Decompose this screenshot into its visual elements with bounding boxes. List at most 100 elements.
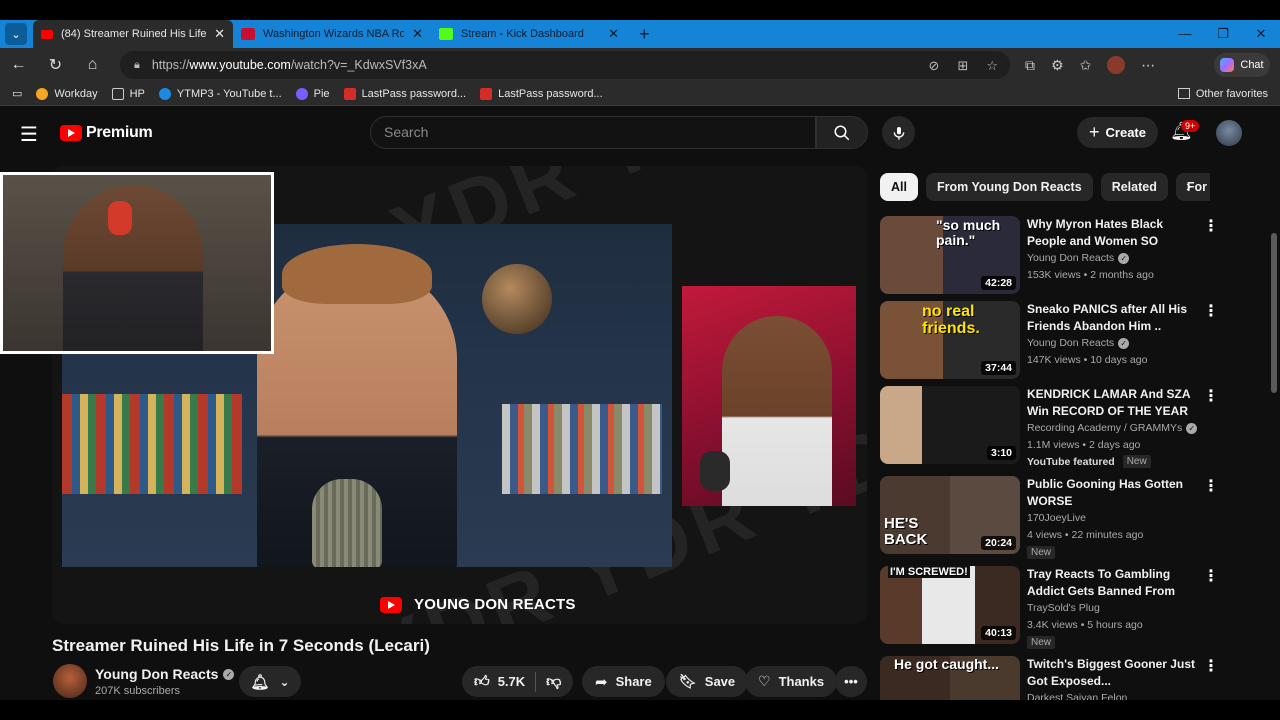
bookmark-lastpass-2[interactable]: LastPass password... — [480, 87, 603, 100]
recommendation-item[interactable]: HE'S BACK 20:24 Public Gooning Has Gotte… — [880, 476, 1260, 559]
new-tab-button[interactable]: + — [639, 24, 650, 45]
back-arrow-icon[interactable]: ← — [0, 56, 37, 74]
more-actions-button[interactable]: ••• — [835, 666, 867, 697]
kebab-menu-icon[interactable]: ⋮ — [1203, 476, 1219, 496]
recommendation-channel[interactable]: Young Don Reacts ✓ — [1027, 337, 1130, 349]
tab-youtube[interactable]: (84) Streamer Ruined His Life in 7 ✕ — [33, 20, 233, 48]
recommendation-title[interactable]: Twitch's Biggest Gooner Just Got Exposed… — [1027, 656, 1197, 690]
browser-tab-bar: ⌄ (84) Streamer Ruined His Life in 7 ✕ W… — [0, 20, 1280, 48]
tab-wizards[interactable]: Washington Wizards NBA Roster ✕ — [233, 20, 431, 48]
chip-from-channel[interactable]: From Young Don Reacts — [925, 173, 1093, 201]
bookmark-workday[interactable]: Workday — [36, 87, 98, 100]
search-icon — [834, 125, 850, 140]
recommendation-item[interactable]: "so much pain." 42:28 Why Myron Hates Bl… — [880, 216, 1260, 296]
subscription-bell-button[interactable]: 🔔︎ ⌄ — [239, 666, 301, 697]
recommendation-title[interactable]: KENDRICK LAMAR And SZA Win RECORD OF THE… — [1027, 386, 1197, 420]
chip-for-you[interactable]: For — [1175, 173, 1210, 201]
share-button[interactable]: ➦ Share — [582, 666, 665, 697]
lastpass-icon — [480, 87, 493, 100]
extensions-icon[interactable]: ⧉ — [1025, 57, 1035, 74]
close-icon[interactable]: ✕ — [214, 26, 225, 42]
subscriber-count: 207K subscribers — [95, 685, 180, 697]
channel-avatar[interactable] — [53, 664, 87, 698]
video-thumbnail[interactable]: "so much pain." 42:28 — [880, 216, 1020, 294]
recommendation-title[interactable]: Public Gooning Has Gotten WORSE — [1027, 476, 1197, 510]
app-available-icon[interactable]: ⊞ — [957, 58, 968, 74]
kebab-menu-icon[interactable]: ⋮ — [1203, 656, 1219, 676]
bookmark-hp[interactable]: HP — [111, 87, 145, 100]
home-icon[interactable]: ⌂ — [74, 56, 111, 74]
video-title: Streamer Ruined His Life in 7 Seconds (L… — [52, 636, 430, 655]
screen-bottom-edge — [0, 700, 1280, 720]
bookmark-pie[interactable]: Pie — [295, 87, 330, 100]
tab-actions-menu[interactable]: ⌄ — [5, 23, 27, 45]
video-thumbnail[interactable]: HE'S BACK 20:24 — [880, 476, 1020, 554]
save-button[interactable]: 🔖︎ Save — [666, 666, 749, 697]
video-duration: 37:44 — [981, 361, 1016, 375]
recommendation-channel[interactable]: Darkest Saiyan Felon — [1027, 692, 1127, 700]
recommendation-title[interactable]: Tray Reacts To Gambling Addict Gets Bann… — [1027, 566, 1197, 600]
page-scrollbar[interactable] — [1268, 108, 1280, 700]
favorites-icon[interactable]: ✩ — [1080, 57, 1092, 74]
recommendation-meta: 153K views • 2 months ago — [1027, 269, 1154, 281]
kebab-menu-icon[interactable]: ⋮ — [1203, 301, 1219, 321]
video-thumbnail[interactable]: He got caught... — [880, 656, 1020, 700]
chevron-right-icon[interactable]: › — [1186, 178, 1191, 196]
pie-icon — [295, 87, 308, 100]
thumbs-down-icon: 👎︎ — [546, 672, 562, 690]
close-icon[interactable]: ✕ — [412, 26, 423, 42]
recommendation-channel[interactable]: Young Don Reacts ✓ — [1027, 252, 1130, 264]
voice-search-button[interactable] — [882, 116, 915, 149]
like-button[interactable]: 👍︎ 5.7K — [474, 673, 525, 691]
more-options-icon[interactable]: ⋯ — [1141, 57, 1155, 74]
channel-brand-text: YOUNG DON REACTS — [414, 596, 576, 613]
tracking-prevention-icon[interactable]: ⊘ — [929, 58, 940, 74]
bookmark-ytmp3[interactable]: YTMP3 - YouTube t... — [158, 87, 282, 100]
account-avatar[interactable] — [1216, 120, 1242, 146]
lastpass-extension-icon[interactable]: ⚙ — [1051, 57, 1064, 74]
thanks-button[interactable]: ♡ Thanks — [745, 666, 838, 697]
scrollbar-thumb[interactable] — [1271, 233, 1277, 393]
refresh-icon[interactable]: ↻ — [37, 55, 74, 75]
video-duration: 3:10 — [986, 446, 1016, 460]
dislike-button[interactable]: 👎︎ — [546, 673, 561, 691]
kebab-menu-icon[interactable]: ⋮ — [1203, 216, 1219, 236]
recommendation-channel[interactable]: 170JoeyLive — [1027, 512, 1086, 524]
close-window-icon[interactable]: ✕ — [1242, 20, 1280, 48]
other-favorites[interactable]: Other favorites — [1177, 88, 1268, 100]
recommendation-title[interactable]: Why Myron Hates Black People and Women S… — [1027, 216, 1197, 250]
address-bar[interactable]: 🔒︎ https://www.youtube.com/watch?v=_Kdwx… — [120, 51, 1010, 79]
video-duration: 40:13 — [981, 626, 1016, 640]
video-thumbnail[interactable]: 3:10 — [880, 386, 1020, 464]
minimize-icon[interactable]: — — [1166, 20, 1204, 48]
search-button[interactable] — [816, 116, 868, 149]
folder-icon — [111, 87, 124, 100]
chip-all[interactable]: All — [880, 173, 918, 201]
channel-name[interactable]: Young Don Reacts ✓ — [95, 666, 235, 682]
chip-related[interactable]: Related — [1100, 173, 1168, 201]
close-icon[interactable]: ✕ — [608, 26, 619, 42]
recommendation-item[interactable]: He got caught... Twitch's Biggest Gooner… — [880, 656, 1260, 700]
hamburger-menu-icon[interactable]: ☰ — [20, 122, 38, 147]
recommendation-channel[interactable]: TraySold's Plug — [1027, 602, 1100, 614]
channel-label: 170JoeyLive — [1027, 512, 1086, 524]
youtube-logo[interactable]: Premium — [60, 124, 153, 142]
recommendation-item[interactable]: I'M SCREWED! 40:13 Tray Reacts To Gambli… — [880, 566, 1260, 649]
recommendation-channel[interactable]: Recording Academy / GRAMMYs ✓ — [1027, 422, 1198, 434]
profile-avatar-icon[interactable] — [1107, 56, 1126, 74]
recommendation-item[interactable]: no real friends. 37:44 Sneako PANICS aft… — [880, 301, 1260, 381]
kebab-menu-icon[interactable]: ⋮ — [1203, 566, 1219, 586]
create-button[interactable]: + Create — [1077, 117, 1158, 148]
recommendation-title[interactable]: Sneako PANICS after All His Friends Aban… — [1027, 301, 1197, 335]
video-thumbnail[interactable]: no real friends. 37:44 — [880, 301, 1020, 379]
video-thumbnail[interactable]: I'M SCREWED! 40:13 — [880, 566, 1020, 644]
maximize-icon[interactable]: ❐ — [1204, 20, 1242, 48]
bookmark-lastpass-1[interactable]: LastPass password... — [343, 87, 466, 100]
search-input[interactable]: Search — [370, 116, 816, 149]
favorite-star-icon[interactable]: ☆ — [986, 58, 998, 74]
bookmarks-menu-icon[interactable]: ▭ — [12, 87, 22, 100]
recommendation-item[interactable]: 3:10 KENDRICK LAMAR And SZA Win RECORD O… — [880, 386, 1260, 468]
copilot-chat-button[interactable]: Chat — [1214, 53, 1270, 77]
tab-kick[interactable]: Stream - Kick Dashboard ✕ — [431, 20, 627, 48]
kebab-menu-icon[interactable]: ⋮ — [1203, 386, 1219, 406]
